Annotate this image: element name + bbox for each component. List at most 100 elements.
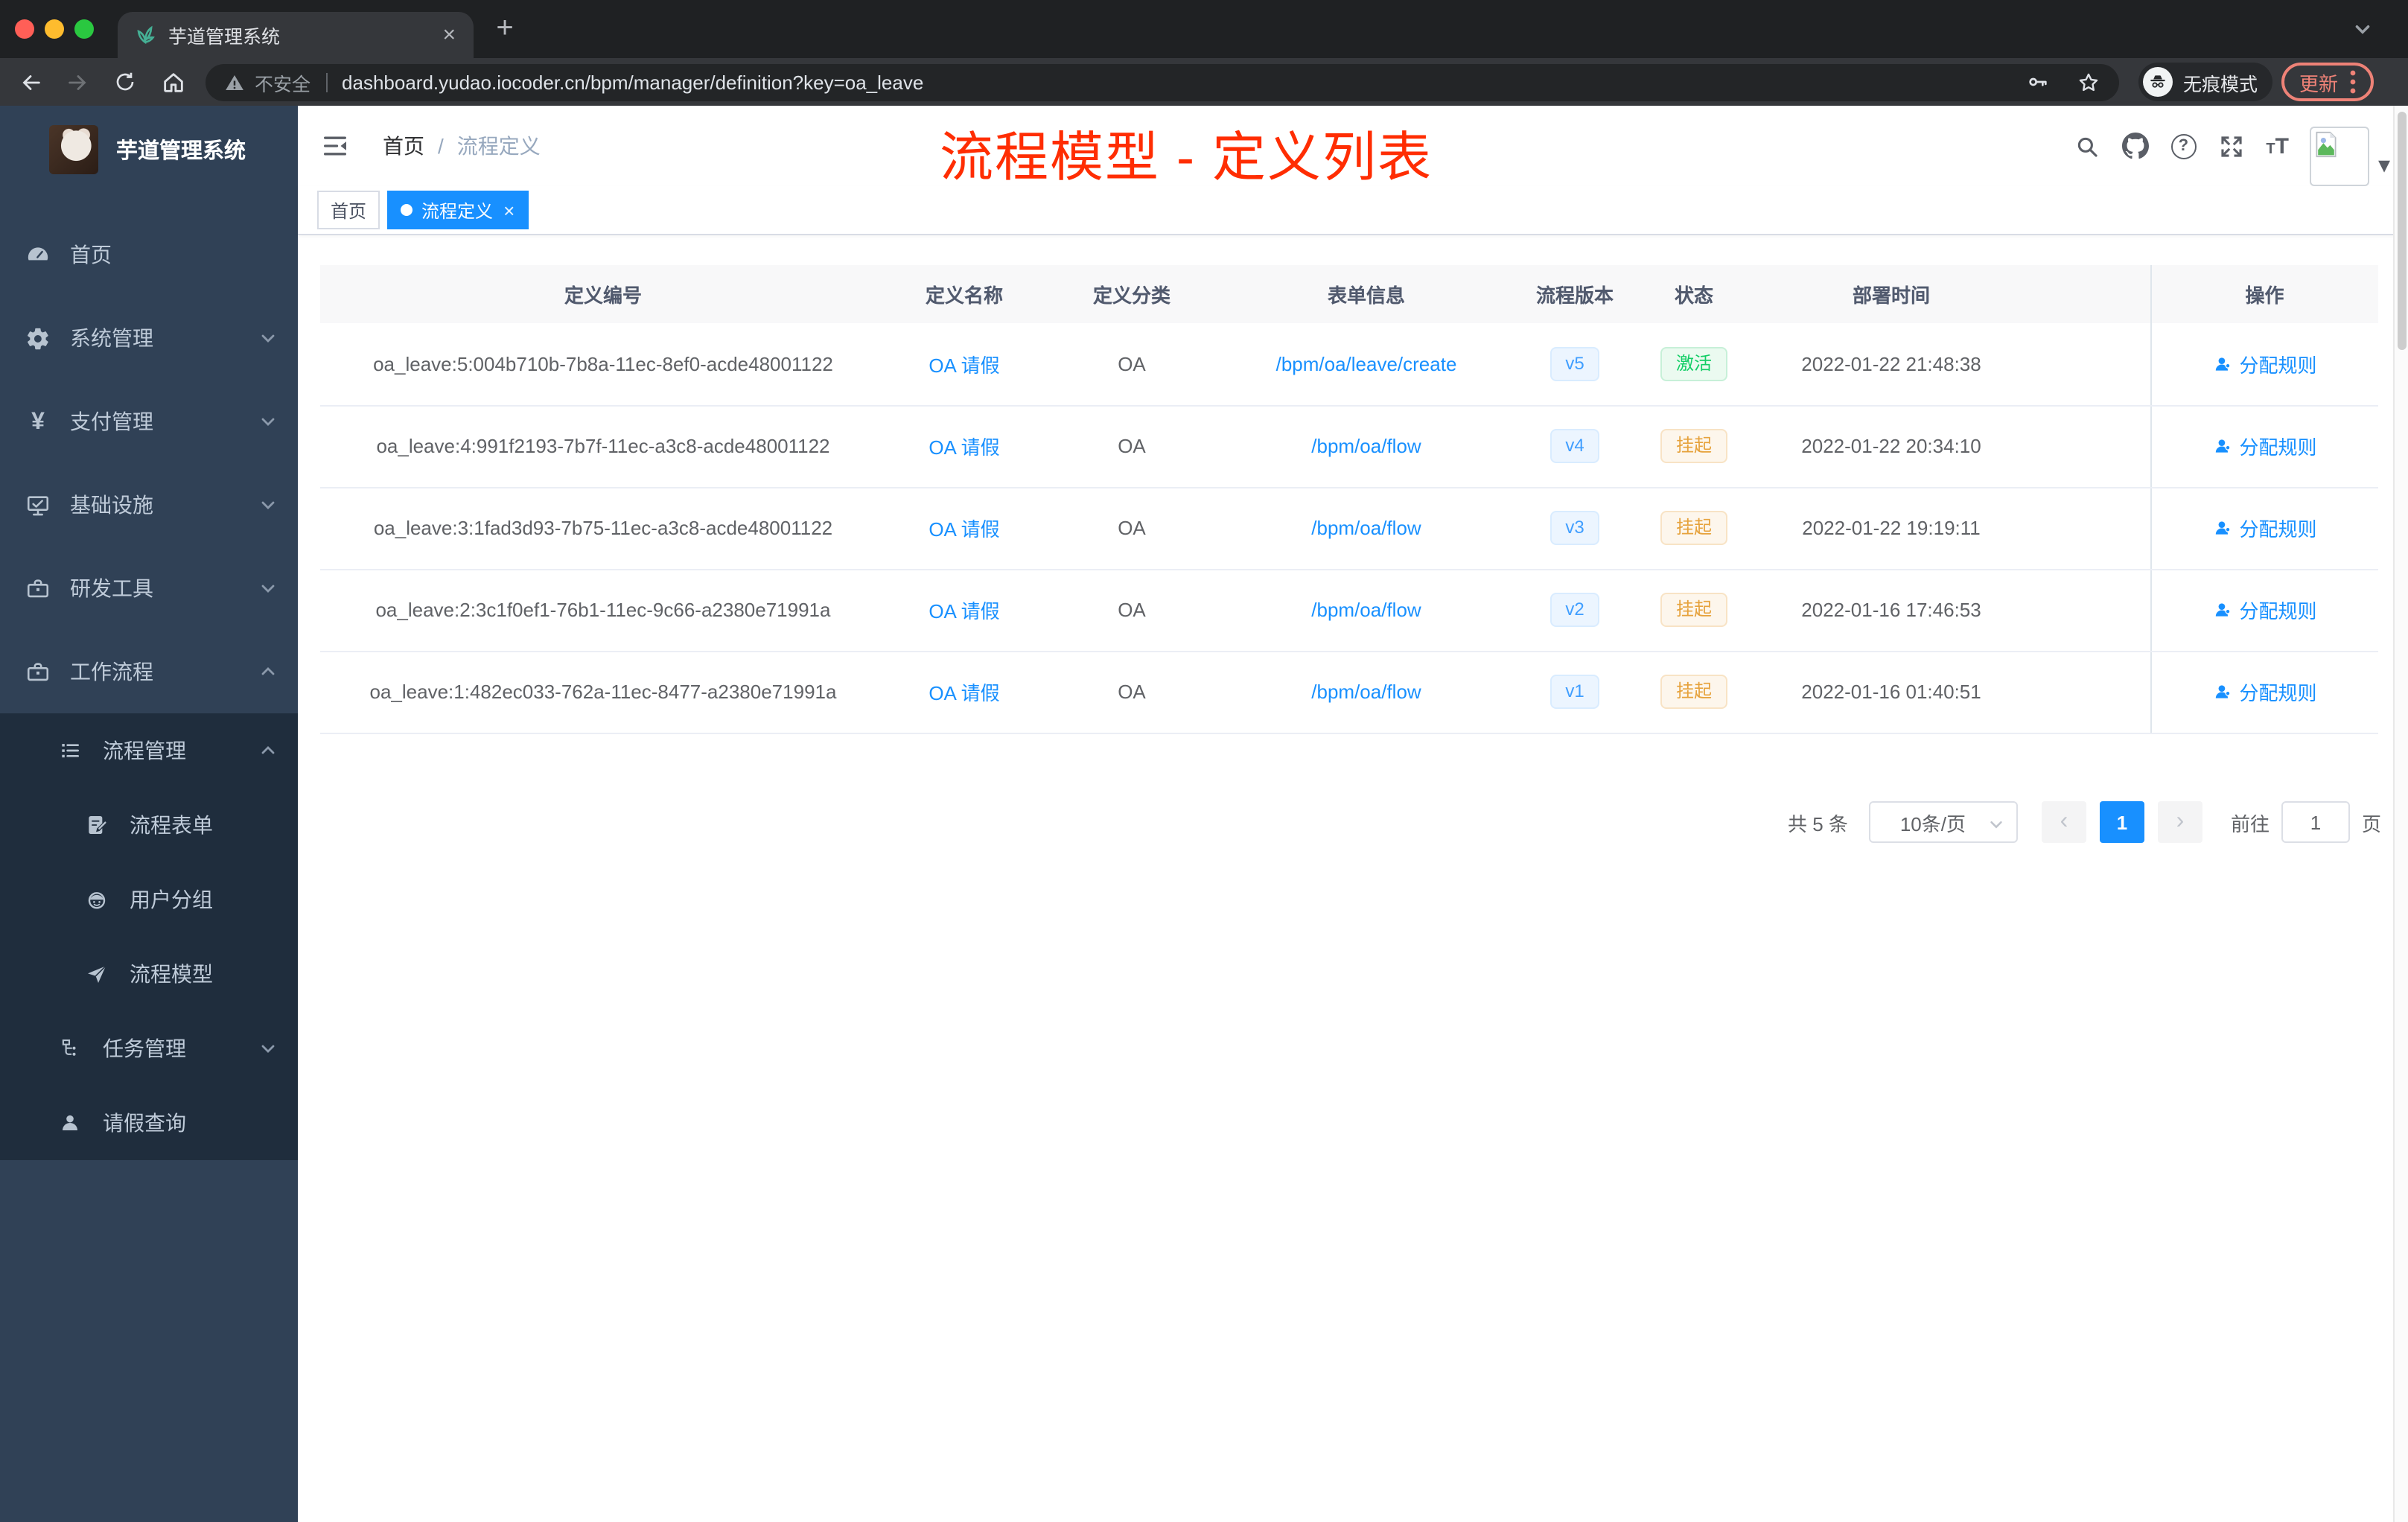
table-header-row: 定义编号 定义名称 定义分类 表单信息 流程版本 状态 部署时间 操作: [320, 265, 2378, 323]
url-bar[interactable]: 不安全 dashboard.yudao.iocoder.cn/bpm/manag…: [206, 63, 2119, 101]
definition-name-link[interactable]: OA 请假: [929, 682, 999, 704]
table-filler-cell: [2033, 323, 2150, 406]
table-row: oa_leave:4:991f2193-7b7f-11ec-a3c8-acde4…: [320, 405, 2378, 488]
sidebar-item-user-group[interactable]: 用户分组: [0, 862, 298, 937]
column-header-category: 定义分类: [1042, 265, 1221, 323]
form-link[interactable]: /bpm/oa/leave/create: [1276, 353, 1457, 375]
sidebar-item-devtools[interactable]: 研发工具: [0, 547, 298, 630]
breadcrumb-home[interactable]: 首页: [383, 131, 424, 161]
logo-avatar-image: [49, 124, 98, 173]
new-tab-button[interactable]: +: [487, 10, 523, 46]
sidebar-item-process-management[interactable]: 流程管理: [0, 713, 298, 788]
definition-name-link[interactable]: OA 请假: [929, 518, 999, 541]
sidebar-item-label: 基础设施: [70, 493, 153, 517]
dashboard-gauge-icon: [25, 242, 51, 267]
sidebar-item-leave-query[interactable]: 请假查询: [0, 1086, 298, 1160]
sidebar-item-label: 任务管理: [103, 1037, 186, 1060]
home-icon[interactable]: [149, 63, 197, 101]
sidebar-item-home[interactable]: 首页: [0, 213, 298, 296]
search-icon[interactable]: [2074, 133, 2099, 159]
page-scrollbar[interactable]: [2393, 106, 2408, 1522]
text-size-icon[interactable]: TT: [2266, 133, 2289, 159]
avatar-dropdown-caret-icon[interactable]: ▾: [2378, 150, 2390, 180]
breadcrumb-current: 流程定义: [456, 134, 541, 158]
incognito-label: 无痕模式: [2183, 74, 2258, 95]
cell-definition-id: oa_leave:2:3c1f0ef1-76b1-11ec-9c66-a2380…: [320, 569, 886, 652]
sidebar-item-process-model[interactable]: 流程模型: [0, 937, 298, 1011]
forward-icon[interactable]: [54, 63, 101, 101]
fullscreen-icon[interactable]: [2218, 133, 2243, 159]
update-button[interactable]: 更新: [2281, 63, 2374, 101]
goto-page-input[interactable]: [2281, 801, 2350, 843]
definition-name-link[interactable]: OA 请假: [929, 354, 999, 377]
tag-home[interactable]: 首页: [317, 191, 380, 229]
table-filler-cell: [2033, 569, 2150, 652]
scrollbar-thumb[interactable]: [2398, 112, 2407, 350]
form-link[interactable]: /bpm/oa/flow: [1311, 681, 1421, 703]
sidebar-item-label: 流程模型: [130, 962, 213, 986]
cell-category: OA: [1042, 405, 1221, 488]
definition-name-link[interactable]: OA 请假: [929, 600, 999, 623]
version-badge[interactable]: v1: [1550, 675, 1599, 709]
flow-branch-icon: [58, 1036, 83, 1061]
version-badge[interactable]: v4: [1550, 429, 1599, 463]
browser-menu-dots-icon[interactable]: [2350, 70, 2356, 94]
definition-name-link[interactable]: OA 请假: [929, 436, 999, 459]
sidebar: 芋道管理系统 首页 系统管理 ¥ 支付管理 基础设施 研发工具 工作流程 流程管…: [0, 106, 298, 1522]
sidebar-item-payment[interactable]: ¥ 支付管理: [0, 380, 298, 463]
key-icon[interactable]: [2025, 70, 2049, 94]
assign-rule-button[interactable]: 分配规则: [2212, 350, 2317, 378]
table-filler-cell: [2033, 487, 2150, 570]
page-size-select[interactable]: 10条/页: [1868, 801, 2018, 843]
pagination-total: 共 5 条: [1788, 812, 1848, 835]
assign-rule-button[interactable]: 分配规则: [2212, 432, 2317, 460]
tab-close-icon[interactable]: ×: [442, 24, 456, 46]
sidebar-item-label: 用户分组: [130, 888, 213, 911]
macos-minimize-button[interactable]: [45, 19, 64, 39]
table-row: oa_leave:5:004b710b-7b8a-11ec-8ef0-acde4…: [320, 323, 2378, 406]
current-page-button[interactable]: 1: [2099, 801, 2144, 843]
briefcase-icon: [25, 659, 51, 684]
sidebar-item-workflow[interactable]: 工作流程: [0, 630, 298, 713]
tab-search-chevron-icon[interactable]: [2353, 19, 2372, 39]
assign-rule-button[interactable]: 分配规则: [2212, 596, 2317, 624]
form-link[interactable]: /bpm/oa/flow: [1311, 435, 1421, 457]
tag-label: 流程定义: [421, 200, 494, 221]
app-logo[interactable]: 芋道管理系统: [0, 106, 298, 192]
table-filler-cell: [2033, 651, 2150, 733]
macos-zoom-button[interactable]: [74, 19, 94, 39]
sidebar-item-system[interactable]: 系统管理: [0, 296, 298, 380]
back-icon[interactable]: [6, 63, 54, 101]
url-text[interactable]: dashboard.yudao.iocoder.cn/bpm/manager/d…: [342, 71, 923, 93]
prev-page-button[interactable]: ‹: [2041, 801, 2086, 843]
help-icon[interactable]: ?: [2170, 133, 2197, 159]
next-page-button[interactable]: ›: [2157, 801, 2202, 843]
app-root: 芋道管理系统 首页 系统管理 ¥ 支付管理 基础设施 研发工具 工作流程 流程管…: [0, 106, 2408, 1522]
tag-process-definition-active[interactable]: 流程定义 ×: [387, 191, 529, 229]
tag-close-icon[interactable]: ×: [503, 199, 515, 221]
macos-close-button[interactable]: [15, 19, 34, 39]
yen-icon: ¥: [31, 409, 45, 434]
bookmark-star-icon[interactable]: [2076, 69, 2101, 95]
version-badge[interactable]: v5: [1550, 346, 1599, 381]
page-size-value: 10条/页: [1899, 812, 1966, 835]
form-link[interactable]: /bpm/oa/flow: [1311, 599, 1421, 621]
sidebar-item-task-management[interactable]: 任务管理: [0, 1011, 298, 1086]
update-label[interactable]: 更新: [2299, 68, 2338, 96]
version-badge[interactable]: v3: [1550, 511, 1599, 545]
avatar[interactable]: [2309, 127, 2369, 186]
assign-rule-button[interactable]: 分配规则: [2212, 514, 2317, 542]
sidebar-item-infrastructure[interactable]: 基础设施: [0, 463, 298, 547]
paper-plane-icon: [85, 961, 110, 987]
sidebar-collapse-icon[interactable]: [320, 131, 350, 161]
sidebar-item-process-form[interactable]: 流程表单: [0, 788, 298, 862]
security-label[interactable]: 不安全: [255, 68, 310, 96]
assign-rule-button[interactable]: 分配规则: [2212, 678, 2317, 706]
version-badge[interactable]: v2: [1550, 593, 1599, 627]
form-link[interactable]: /bpm/oa/flow: [1311, 517, 1421, 539]
main-panel: 首页 / 流程定义 ? TT ▾ 首页 流程定义 × 定义编号 定义名称 定义分…: [298, 106, 2408, 1522]
sidebar-item-label: 请假查询: [103, 1111, 186, 1135]
browser-tab[interactable]: 芋道管理系统 ×: [118, 12, 474, 58]
reload-icon[interactable]: [101, 63, 149, 101]
github-icon[interactable]: [2121, 133, 2149, 159]
